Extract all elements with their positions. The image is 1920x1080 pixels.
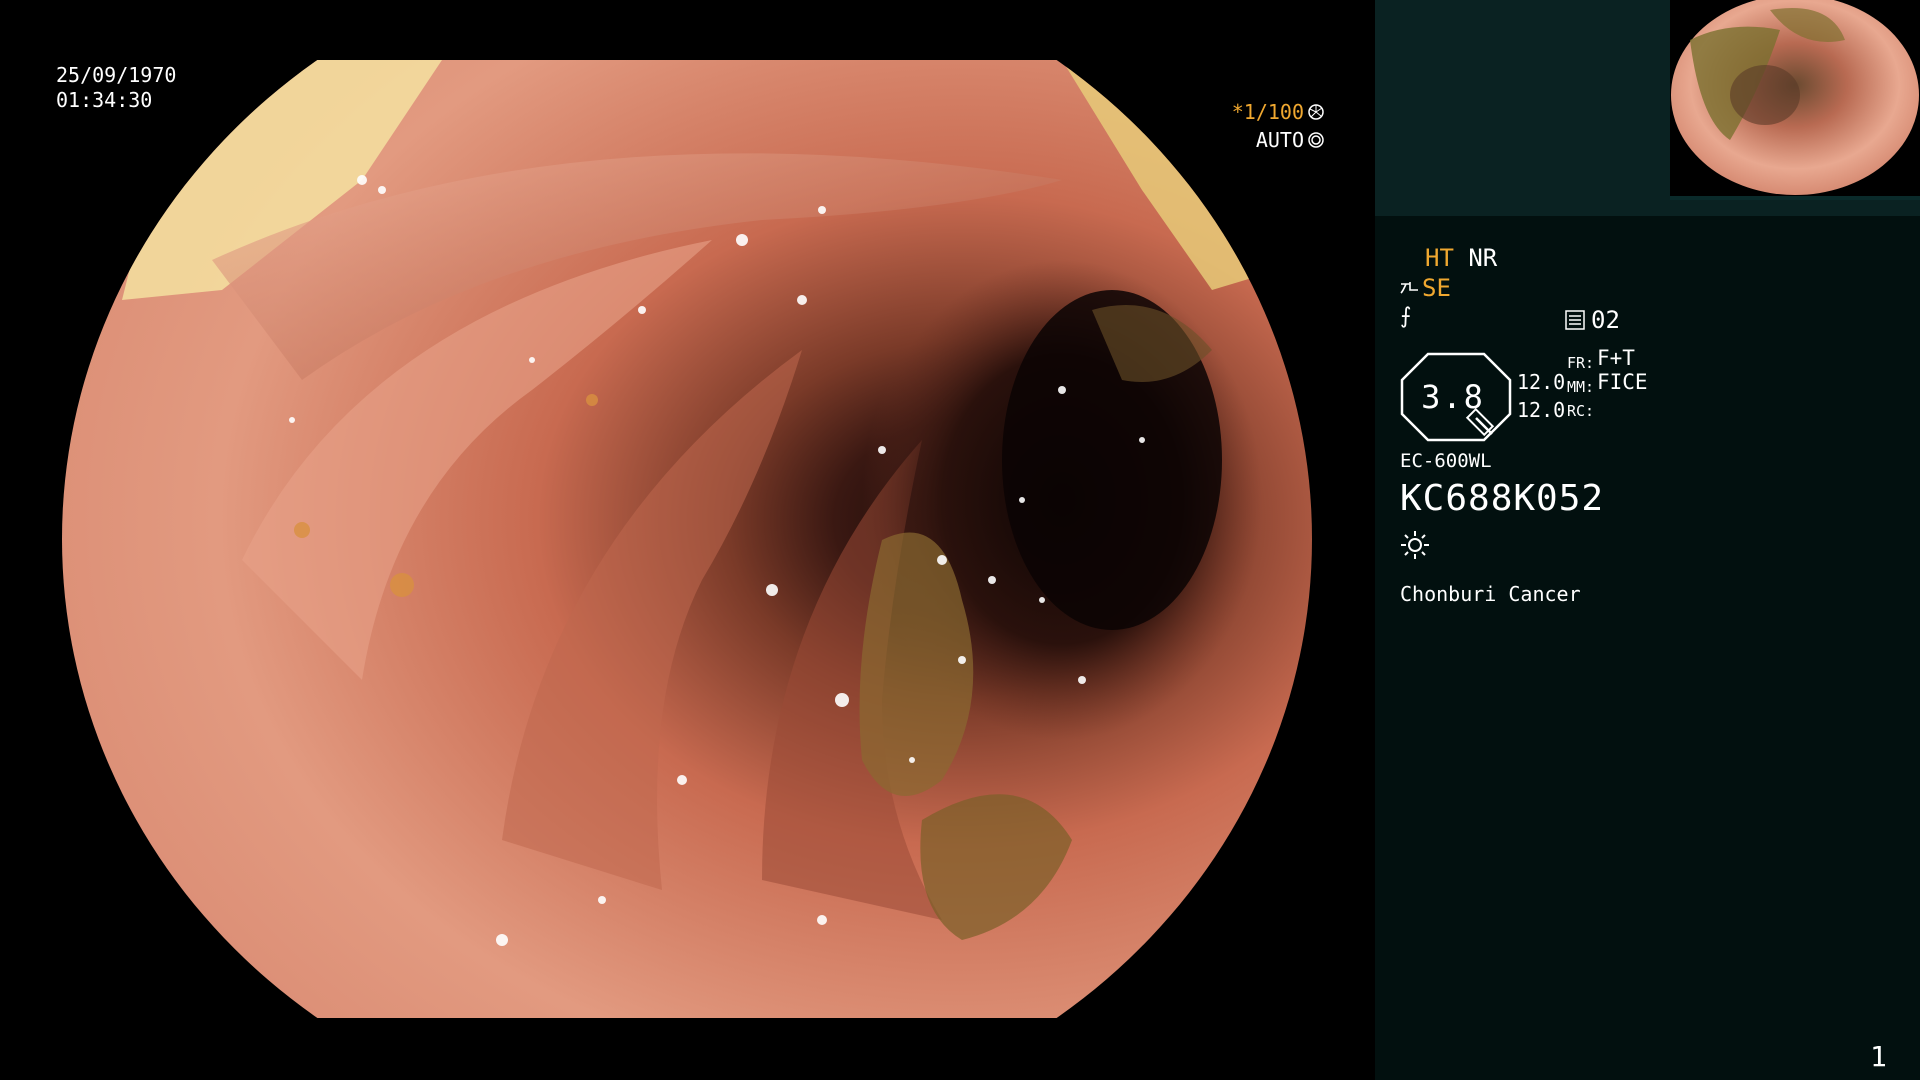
endoscopic-image xyxy=(62,60,1312,1018)
memory-slot: 02 xyxy=(1565,306,1620,334)
thumbnail-image xyxy=(1670,0,1920,200)
iris-icon xyxy=(1308,132,1324,148)
structure-enhancement: SE xyxy=(1400,274,1451,302)
aperture-icon xyxy=(1308,104,1324,120)
memory-number: 02 xyxy=(1591,306,1620,334)
param-value-1: 12.0 xyxy=(1517,370,1566,394)
info-panel: HT NR SE ⨍ 02 3.8 12.0 12.0 FR: MM: RC: … xyxy=(1375,0,1920,1080)
colon-lumen-image xyxy=(62,60,1312,1018)
scope-serial: KC688K052 xyxy=(1400,478,1605,519)
zoom-value: 3.8 xyxy=(1421,378,1485,416)
ht-mode: HT xyxy=(1425,244,1454,272)
mm-value: FICE xyxy=(1597,370,1648,394)
fr-value: F+T xyxy=(1597,346,1635,370)
time-text: 01:34:30 xyxy=(56,88,153,112)
se-mode: SE xyxy=(1422,274,1451,302)
nr-mode: NR xyxy=(1468,244,1498,272)
exposure-info: *1/100 AUTO xyxy=(1232,98,1324,154)
enhancement-icon xyxy=(1400,282,1418,294)
setting-values: F+T FICE xyxy=(1597,346,1648,394)
parameter-values: 12.0 12.0 xyxy=(1517,368,1565,424)
thumbnail-preview[interactable] xyxy=(1670,0,1920,200)
function-symbol: ⨍ xyxy=(1400,304,1412,329)
fr-label: FR: xyxy=(1567,354,1595,372)
institution-name: Chonburi Cancer xyxy=(1400,582,1581,606)
shutter-speed: *1/100 xyxy=(1231,100,1304,124)
iris-mode: AUTO xyxy=(1255,128,1304,152)
processing-modes: HT NR xyxy=(1425,244,1497,272)
sun-icon xyxy=(1401,531,1429,559)
timestamp: 25/09/1970 01:34:30 xyxy=(56,63,176,113)
date-text: 25/09/1970 xyxy=(56,63,177,87)
rc-label: RC: xyxy=(1567,402,1595,420)
panel-body: HT NR SE ⨍ 02 3.8 12.0 12.0 FR: MM: RC: … xyxy=(1375,216,1920,1080)
param-value-2: 12.0 xyxy=(1517,398,1566,422)
page-number: 1 xyxy=(1870,1040,1887,1073)
scope-model: EC-600WL xyxy=(1400,450,1492,472)
endoscope-viewer: 25/09/1970 01:34:30 *1/100 AUTO xyxy=(0,0,1375,1080)
memory-icon xyxy=(1565,310,1585,330)
setting-labels: FR: MM: RC: xyxy=(1567,351,1594,423)
mm-label: MM: xyxy=(1567,378,1595,396)
